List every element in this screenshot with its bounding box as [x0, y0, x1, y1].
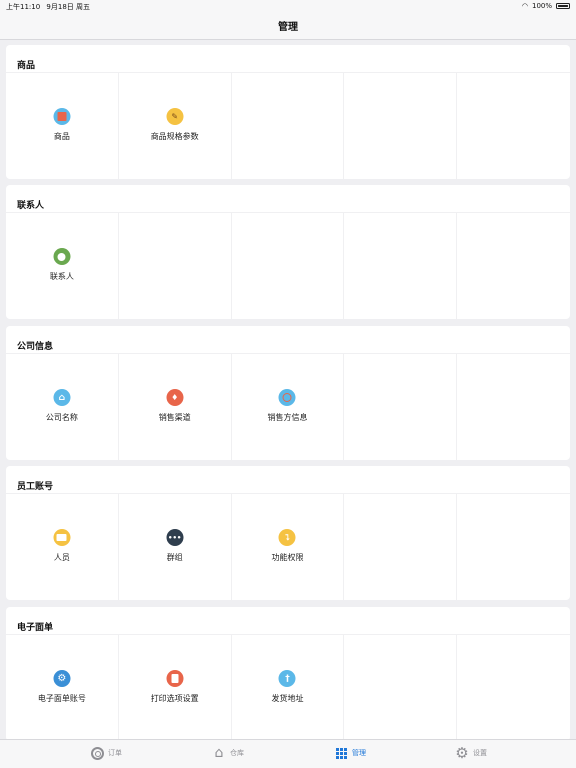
wifi-icon: ◠ — [521, 2, 528, 10]
empty-cell — [232, 212, 345, 319]
management-content[interactable]: 商品 商品 ✎ 商品规格参数 联系人 联系人 公司信息 ⌂ 公司名称 ♦ 销售渠… — [0, 41, 576, 739]
tile-label: 销售方信息 — [267, 413, 308, 422]
empty-cell — [457, 353, 570, 460]
contact-icon — [53, 248, 71, 265]
tile-permissions[interactable]: ⮧ 功能权限 — [232, 493, 345, 600]
tab-settings[interactable]: ⚙ 设置 — [455, 743, 487, 762]
tile-sales-channel[interactable]: ♦ 销售渠道 — [119, 353, 232, 460]
document-icon — [166, 670, 184, 687]
bank-building-icon: ⌂ — [53, 389, 71, 406]
section-title: 公司信息 — [17, 342, 54, 352]
tile-print-options[interactable]: 打印选项设置 — [119, 634, 232, 739]
section-title: 电子面单 — [17, 623, 54, 633]
tile-label: 发货地址 — [271, 694, 304, 703]
key-icon: ⮧ — [278, 529, 296, 546]
tile-waybill-account[interactable]: ⚙ 电子面单账号 — [6, 634, 119, 739]
empty-cell — [457, 493, 570, 600]
empty-cell — [344, 493, 458, 600]
empty-cell — [344, 212, 458, 319]
product-icon — [53, 108, 71, 125]
empty-cell — [232, 72, 345, 179]
globe-icon — [278, 389, 296, 406]
battery-percent: 100% — [531, 2, 552, 10]
empty-cell — [344, 634, 458, 739]
id-card-icon — [53, 529, 71, 546]
tab-bar: 订单 ⌂ 仓库 管理 ⚙ 设置 — [0, 739, 576, 768]
section-e-waybill: 电子面单 ⚙ 电子面单账号 打印选项设置 † 发货地址 — [6, 607, 570, 739]
empty-cell — [457, 634, 570, 739]
empty-cell — [344, 353, 458, 460]
tile-label: 群组 — [166, 553, 183, 562]
empty-cell — [344, 72, 458, 179]
tile-label: 功能权限 — [271, 553, 304, 562]
tile-group[interactable]: ••• 群组 — [119, 493, 232, 600]
status-date: 9月18日 周五 — [46, 3, 91, 11]
tile-label: 公司名称 — [45, 413, 78, 422]
tab-label: 仓库 — [230, 749, 244, 757]
tab-orders[interactable]: 订单 — [90, 746, 122, 760]
gear-badge-icon: ⚙ — [53, 670, 71, 687]
grid-icon — [334, 746, 348, 760]
tile-product[interactable]: 商品 — [6, 72, 119, 179]
tile-label: 人员 — [53, 553, 70, 562]
battery-icon — [556, 3, 570, 9]
section-contacts: 联系人 联系人 — [6, 185, 570, 319]
tile-label: 商品规格参数 — [150, 132, 199, 141]
tile-personnel[interactable]: 人员 — [6, 493, 119, 600]
tile-label: 联系人 — [49, 272, 74, 281]
tile-spec-params[interactable]: ✎ 商品规格参数 — [119, 72, 232, 179]
tile-seller-info[interactable]: 销售方信息 — [232, 353, 345, 460]
section-title: 员工账号 — [17, 482, 54, 492]
status-time: 上午11:10 — [6, 3, 41, 11]
spec-params-icon: ✎ — [166, 108, 184, 125]
nav-bar: 管理 — [0, 12, 576, 40]
tile-label: 电子面单账号 — [37, 694, 86, 703]
section-title: 联系人 — [17, 201, 45, 211]
tile-label: 商品 — [53, 132, 70, 141]
empty-cell — [457, 72, 570, 179]
order-ring-icon — [90, 746, 104, 760]
location-icon: † — [278, 670, 296, 687]
page-title: 管理 — [278, 22, 298, 33]
tab-management[interactable]: 管理 — [334, 746, 366, 760]
status-bar: 上午11:10 9月18日 周五 ◠ 100% — [0, 0, 576, 12]
section-products: 商品 商品 ✎ 商品规格参数 — [6, 45, 570, 179]
empty-cell — [119, 212, 232, 319]
section-title: 商品 — [17, 61, 36, 71]
tile-label: 销售渠道 — [158, 413, 191, 422]
sales-channel-icon: ♦ — [166, 389, 184, 406]
tab-label: 管理 — [352, 749, 366, 757]
empty-cell — [457, 212, 570, 319]
warehouse-icon: ⌂ — [214, 745, 224, 761]
section-staff-accounts: 员工账号 人员 ••• 群组 ⮧ 功能权限 — [6, 466, 570, 600]
tile-label: 打印选项设置 — [150, 694, 199, 703]
section-company-info: 公司信息 ⌂ 公司名称 ♦ 销售渠道 销售方信息 — [6, 326, 570, 460]
tab-warehouse[interactable]: ⌂ 仓库 — [212, 746, 244, 760]
tab-label: 设置 — [473, 749, 487, 757]
tile-contact[interactable]: 联系人 — [6, 212, 119, 319]
tab-label: 订单 — [108, 749, 122, 757]
gear-icon: ⚙ — [455, 743, 469, 762]
tile-company-name[interactable]: ⌂ 公司名称 — [6, 353, 119, 460]
tile-ship-address[interactable]: † 发货地址 — [232, 634, 345, 739]
group-icon: ••• — [166, 529, 184, 546]
